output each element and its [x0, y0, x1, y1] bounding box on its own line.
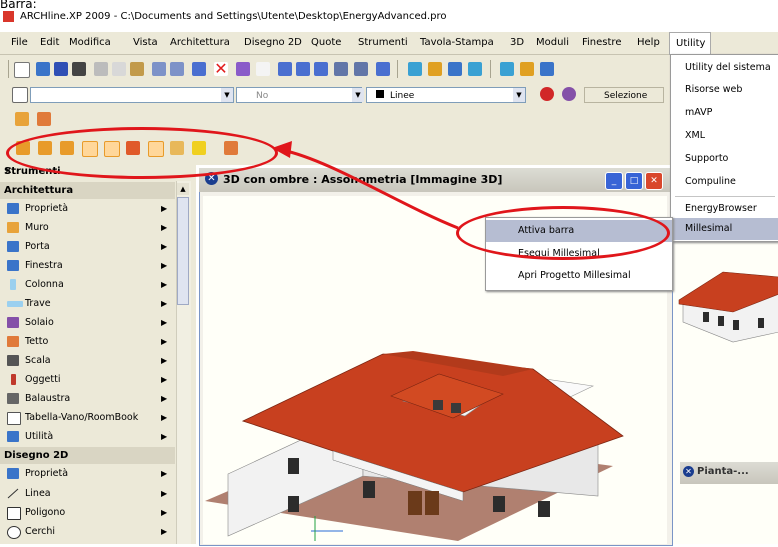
annotation-arrow-line	[281, 148, 459, 230]
annotation-arrow-head	[272, 141, 292, 158]
annotation-arrow	[272, 141, 459, 230]
